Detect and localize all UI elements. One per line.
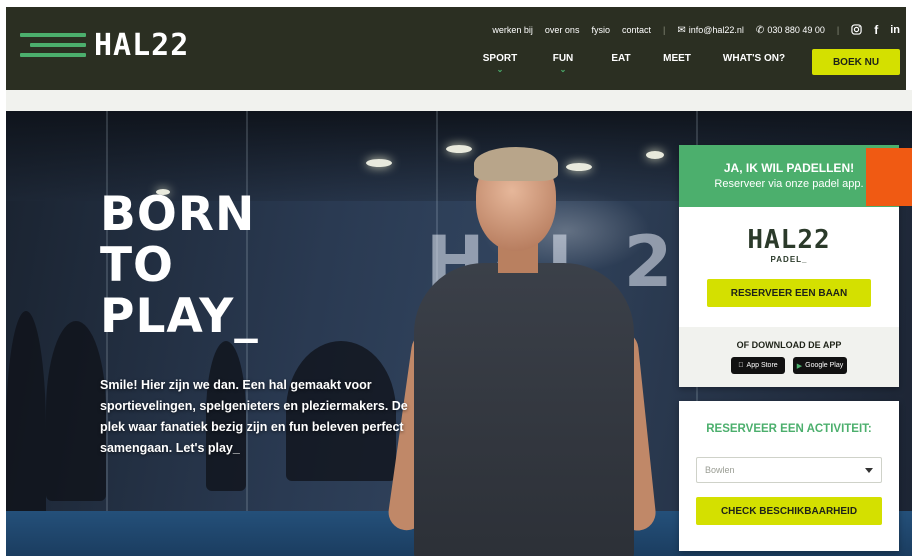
crowd-silhouette	[46, 321, 106, 501]
email-link[interactable]: ✉ info@hal22.nl	[677, 25, 744, 36]
logo[interactable]: HAL22	[20, 25, 189, 65]
email-text: info@hal22.nl	[688, 24, 744, 35]
apple-icon: 	[738, 362, 743, 369]
main-nav: SPORT ⌄ FUN ⌄ EAT MEET WHAT'S ON?	[480, 53, 792, 74]
reserveer-baan-button[interactable]: RESERVEER EEN BAAN	[707, 279, 871, 307]
padel-logo-sub: PADEL_	[770, 255, 808, 264]
app-download: OF DOWNLOAD DE APP  App Store ▶ Google …	[679, 327, 899, 387]
padel-logo: HAL22 PADEL_	[679, 225, 899, 264]
instagram-icon	[851, 23, 862, 35]
header-spacer	[6, 90, 912, 111]
nav-item-label: FUN	[552, 53, 574, 64]
top-links: werken bij over ons fysio contact | ✉ inf…	[492, 23, 900, 37]
linkedin-link[interactable]: in	[890, 24, 900, 36]
chevron-down-icon	[865, 467, 873, 473]
chevron-down-icon: ⌄	[559, 65, 567, 74]
hero-title-line: BORN	[100, 187, 256, 242]
ceiling-light	[366, 159, 392, 167]
nav-item-sport[interactable]: SPORT ⌄	[480, 53, 520, 74]
google-play-label: Google Play	[805, 362, 844, 369]
hero-title: BORN TO PLAY_	[100, 189, 259, 342]
nav-item-label: SPORT	[482, 53, 518, 64]
padel-logo-main: HAL22	[747, 225, 831, 255]
google-play-badge[interactable]: ▶ Google Play	[793, 357, 847, 374]
divider: |	[836, 25, 840, 35]
app-store-badge[interactable]:  App Store	[731, 357, 785, 374]
nav-item-whats-on[interactable]: WHAT'S ON?	[716, 53, 792, 64]
activity-select-value: Bowlen	[705, 465, 735, 475]
logo-text: HAL22	[94, 27, 190, 63]
facebook-link[interactable]: f	[874, 23, 878, 37]
play-icon: ▶	[796, 362, 803, 370]
nav-item-label: MEET	[663, 53, 691, 64]
mail-icon: ✉	[677, 24, 686, 36]
nav-item-fun[interactable]: FUN ⌄	[548, 53, 578, 74]
activity-select[interactable]: Bowlen	[696, 457, 882, 483]
download-label: OF DOWNLOAD DE APP	[736, 340, 842, 350]
top-link-over-ons[interactable]: over ons	[545, 25, 580, 35]
check-beschikbaarheid-button[interactable]: CHECK BESCHIKBAARHEID	[696, 497, 882, 525]
chevron-down-icon: ⌄	[496, 65, 504, 74]
facebook-icon: f	[874, 23, 879, 37]
app-store-label: App Store	[743, 362, 778, 369]
top-link-contact[interactable]: contact	[622, 25, 651, 35]
nav-item-label: WHAT'S ON?	[722, 53, 786, 64]
boek-nu-button[interactable]: BOEK NU	[812, 49, 900, 75]
person-shirt	[414, 263, 634, 556]
activity-heading: RESERVEER EEN ACTIVITEIT:	[706, 423, 872, 435]
phone-link[interactable]: ✆ 030 880 49 00	[756, 25, 825, 36]
person-hair	[474, 147, 558, 181]
nav-item-eat[interactable]: EAT	[606, 53, 636, 64]
linkedin-icon: in	[890, 24, 900, 36]
divider: |	[663, 25, 666, 35]
logo-lines-icon	[20, 29, 90, 61]
hero-banner: HAL 22 BORN TO PLAY_ Smile! Hier zijn we…	[6, 111, 912, 556]
hero-title-line: TO	[100, 238, 175, 293]
nav-item-label: EAT	[611, 53, 631, 64]
hero-person	[386, 147, 666, 556]
site-header: HAL22 werken bij over ons fysio contact …	[6, 7, 906, 90]
phone-icon: ✆	[755, 24, 765, 36]
activity-card: RESERVEER EEN ACTIVITEIT: Bowlen CHECK B…	[679, 401, 899, 551]
store-badges:  App Store ▶ Google Play	[679, 357, 899, 374]
orange-side-tab[interactable]	[866, 148, 912, 206]
hero-title-line: PLAY_	[100, 289, 259, 344]
top-link-werken-bij[interactable]: werken bij	[492, 25, 533, 35]
page: HAL22 werken bij over ons fysio contact …	[6, 7, 912, 556]
phone-text: 030 880 49 00	[767, 24, 825, 35]
nav-item-meet[interactable]: MEET	[660, 53, 694, 64]
hero-text: Smile! Hier zijn we dan. Een hal gemaakt…	[100, 378, 408, 455]
top-link-fysio[interactable]: fysio	[591, 25, 610, 35]
instagram-link[interactable]	[851, 23, 862, 37]
